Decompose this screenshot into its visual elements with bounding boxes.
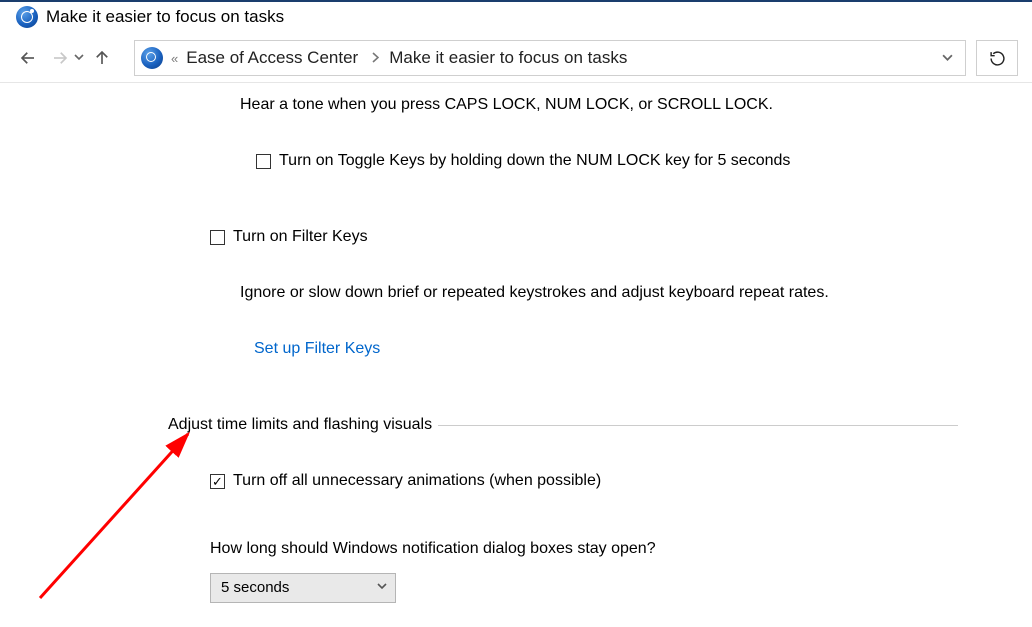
toggle-keys-hold-option: Turn on Toggle Keys by holding down the … xyxy=(256,149,1008,173)
content-area: Hear a tone when you press CAPS LOCK, NU… xyxy=(0,83,1032,627)
annotation-arrow xyxy=(30,418,230,608)
toggle-keys-hold-checkbox[interactable] xyxy=(256,154,271,169)
toggle-keys-description: Hear a tone when you press CAPS LOCK, NU… xyxy=(240,93,1008,117)
breadcrumb-focus-tasks[interactable]: Make it easier to focus on tasks xyxy=(389,48,627,68)
setup-filter-keys-link[interactable]: Set up Filter Keys xyxy=(254,340,380,357)
nav-toolbar: « Ease of Access Center Make it easier t… xyxy=(0,36,1032,83)
animations-label[interactable]: Turn off all unnecessary animations (whe… xyxy=(233,469,601,493)
ease-of-access-icon xyxy=(141,47,163,69)
window-title: Make it easier to focus on tasks xyxy=(46,7,284,27)
filter-keys-option: Turn on Filter Keys xyxy=(210,225,1008,249)
section-divider xyxy=(438,425,958,426)
address-bar[interactable]: « Ease of Access Center Make it easier t… xyxy=(134,40,966,76)
title-bar: Make it easier to focus on tasks xyxy=(0,2,1032,36)
address-dropdown[interactable] xyxy=(936,51,959,66)
toggle-keys-hold-label[interactable]: Turn on Toggle Keys by holding down the … xyxy=(279,149,790,173)
forward-button[interactable] xyxy=(46,44,74,72)
animations-option: Turn off all unnecessary animations (whe… xyxy=(210,469,1008,493)
refresh-button[interactable] xyxy=(976,40,1018,76)
filter-keys-description: Ignore or slow down brief or repeated ke… xyxy=(240,281,1008,305)
breadcrumb-ease-of-access[interactable]: Ease of Access Center xyxy=(186,48,358,68)
up-button[interactable] xyxy=(88,44,116,72)
chevron-down-icon xyxy=(377,580,387,597)
recent-locations-dropdown[interactable] xyxy=(74,52,84,65)
time-limits-section-header: Adjust time limits and flashing visuals xyxy=(168,413,1008,437)
notification-duration-value: 5 seconds xyxy=(221,577,289,600)
filter-keys-label[interactable]: Turn on Filter Keys xyxy=(233,225,368,249)
notification-duration-select[interactable]: 5 seconds xyxy=(210,573,396,603)
ease-of-access-icon xyxy=(16,6,38,28)
filter-keys-checkbox[interactable] xyxy=(210,230,225,245)
back-button[interactable] xyxy=(14,44,42,72)
breadcrumb-overflow-icon[interactable]: « xyxy=(171,51,178,66)
notification-duration-question: How long should Windows notification dia… xyxy=(210,537,1008,561)
time-limits-header-label: Adjust time limits and flashing visuals xyxy=(168,413,432,437)
animations-checkbox[interactable] xyxy=(210,474,225,489)
chevron-right-icon[interactable] xyxy=(366,51,381,66)
